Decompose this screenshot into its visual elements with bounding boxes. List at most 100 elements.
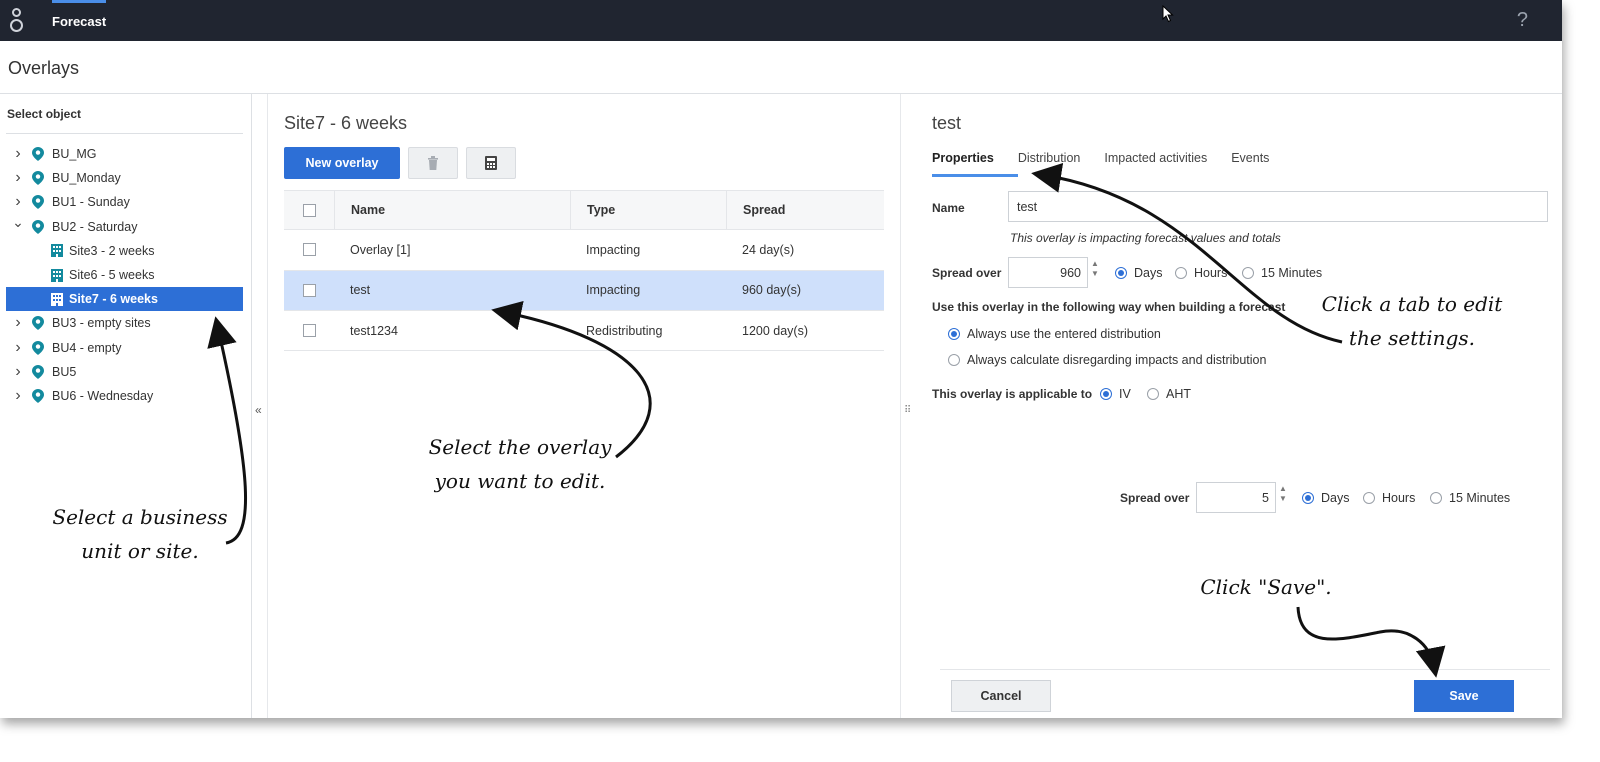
tree-item-label: BU4 - empty: [52, 340, 122, 355]
tree-item-label: BU6 - Wednesday: [52, 388, 154, 403]
building-icon: [51, 292, 63, 306]
object-tree-panel: Select object › BU_MG › BU_Monday › BU1 - Sun…: [0, 94, 252, 718]
location-pin-icon: [32, 219, 44, 234]
tree-item-label: Site7 - 6 weeks: [69, 292, 158, 307]
chevron-right-icon[interactable]: ›: [12, 193, 24, 211]
row-checkbox[interactable]: [302, 324, 316, 338]
chevron-right-icon[interactable]: ›: [12, 169, 24, 187]
location-pin-icon: [32, 364, 44, 379]
tree-item-label: BU_Monday: [52, 171, 121, 186]
tab-events[interactable]: Events: [1231, 151, 1269, 177]
divider: [6, 133, 243, 134]
tree-item-label: Site3 - 2 weeks: [69, 243, 155, 258]
column-header-type[interactable]: Type: [570, 191, 726, 230]
table-row[interactable]: Overlay [1] Impacting 24 day(s): [284, 230, 884, 271]
tree-item-business-unit[interactable]: ⌄ BU2 - Saturday: [6, 214, 243, 239]
spread-over-field[interactable]: 960: [1008, 257, 1088, 288]
cancel-button[interactable]: Cancel: [951, 680, 1051, 712]
tree-item-business-unit[interactable]: › BU3 - empty sites: [6, 311, 243, 335]
tree-item-business-unit[interactable]: › BU4 - empty: [6, 336, 243, 360]
location-pin-icon: [32, 340, 44, 355]
building-icon: [51, 244, 63, 258]
tab-properties[interactable]: Properties: [932, 151, 1018, 177]
unit-15min-radio-2[interactable]: 15 Minutes: [1430, 491, 1510, 505]
app-window: Forecast ? Overlays Select object › BU_MG…: [0, 0, 1562, 718]
overlay-title: test: [932, 113, 962, 133]
use-entered-distribution-radio[interactable]: Always use the entered distribution: [948, 327, 1161, 341]
new-overlay-button[interactable]: New overlay: [284, 147, 400, 179]
resize-handle-icon[interactable]: ⠿: [904, 405, 911, 416]
chevron-right-icon[interactable]: ›: [12, 363, 24, 381]
spread-over-label-2: Spread over: [1120, 491, 1190, 505]
usage-label: Use this overlay in the following way wh…: [932, 300, 1286, 314]
calculate-button[interactable]: [466, 147, 516, 179]
overlay-name: Overlay [1]: [350, 242, 411, 257]
unit-hours-radio-2[interactable]: Hours: [1363, 491, 1415, 505]
table-row-selected[interactable]: test Impacting 960 day(s): [284, 270, 884, 311]
applicable-iv-radio[interactable]: IV: [1100, 387, 1131, 401]
chevron-right-icon[interactable]: ›: [12, 314, 24, 332]
location-pin-icon: [32, 316, 44, 331]
genesys-logo-icon[interactable]: [8, 8, 28, 34]
chevron-right-icon[interactable]: ›: [12, 339, 24, 357]
tree-item-label: BU1 - Sunday: [52, 195, 130, 210]
top-bar: Forecast ?: [0, 0, 1562, 41]
help-icon[interactable]: ?: [1517, 9, 1528, 32]
tree-item-business-unit[interactable]: › BU6 - Wednesday: [6, 384, 243, 408]
select-object-title: Select object: [7, 107, 82, 121]
tree-item-label: Site6 - 5 weeks: [69, 268, 155, 283]
overlay-hint: This overlay is impacting forecast value…: [1010, 231, 1281, 245]
save-button[interactable]: Save: [1414, 680, 1514, 712]
tree-item-site[interactable]: Site7 - 6 weeks: [6, 287, 243, 312]
chevron-right-icon[interactable]: ›: [12, 387, 24, 405]
overlay-details-panel: test Properties Distribution Impacted ac…: [916, 94, 1562, 718]
overlay-name: test1234: [350, 323, 398, 338]
spread-over-label: Spread over: [932, 266, 1002, 280]
overlay-type: Impacting: [586, 242, 641, 257]
unit-hours-radio[interactable]: Hours: [1175, 266, 1227, 280]
location-pin-icon: [32, 195, 44, 210]
location-pin-icon: [32, 147, 44, 162]
row-checkbox[interactable]: [302, 283, 316, 297]
tab-impacted-activities[interactable]: Impacted activities: [1104, 151, 1207, 177]
details-tabs: Properties Distribution Impacted activit…: [932, 151, 1293, 177]
overlay-list-panel: Site7 - 6 weeks New overlay Name Type Sp…: [267, 94, 901, 718]
applicable-aht-radio[interactable]: AHT: [1147, 387, 1191, 401]
spinner-arrows-icon[interactable]: ▲ ▼: [1279, 484, 1287, 504]
select-all-checkbox[interactable]: [302, 203, 316, 217]
delete-button[interactable]: [408, 147, 458, 179]
tree-item-site[interactable]: Site6 - 5 weeks: [6, 263, 243, 287]
annotation-click-save: Click "Save".: [1200, 575, 1332, 599]
site-title: Site7 - 6 weeks: [284, 113, 408, 133]
tree-item-business-unit[interactable]: › BU_MG: [6, 142, 243, 166]
tab-forecast[interactable]: Forecast: [52, 0, 107, 41]
unit-days-radio[interactable]: Days: [1115, 266, 1162, 280]
table-row[interactable]: test1234 Redistributing 1200 day(s): [284, 311, 884, 352]
tree-item-label: BU5: [52, 364, 77, 379]
collapse-panel-icon[interactable]: «: [255, 403, 262, 417]
unit-days-radio-2[interactable]: Days: [1302, 491, 1349, 505]
spread-over-field-2[interactable]: 5: [1196, 482, 1276, 513]
calculator-icon: [485, 156, 497, 170]
unit-15min-radio[interactable]: 15 Minutes: [1242, 266, 1322, 280]
tree-item-site[interactable]: Site3 - 2 weeks: [6, 239, 243, 263]
calculate-disregarding-radio[interactable]: Always calculate disregarding impacts an…: [948, 353, 1266, 367]
applicable-label: This overlay is applicable to: [932, 387, 1093, 401]
tree-item-business-unit[interactable]: › BU_Monday: [6, 166, 243, 190]
object-tree: › BU_MG › BU_Monday › BU1 - Sunday ⌄ BU2 - Satu…: [6, 142, 243, 408]
chevron-right-icon[interactable]: ›: [12, 145, 24, 163]
column-header-spread[interactable]: Spread: [726, 191, 884, 230]
overlay-type: Impacting: [586, 283, 641, 298]
overlay-table: Name Type Spread Overlay [1] Impacting 2…: [284, 190, 884, 352]
tab-distribution[interactable]: Distribution: [1018, 151, 1081, 177]
mouse-cursor-icon: [1162, 5, 1174, 23]
tree-item-business-unit[interactable]: › BU5: [6, 360, 243, 384]
spinner-arrows-icon[interactable]: ▲ ▼: [1091, 259, 1099, 279]
location-pin-icon: [32, 171, 44, 186]
name-field[interactable]: test: [1008, 191, 1548, 222]
row-checkbox[interactable]: [302, 243, 316, 257]
tree-item-business-unit[interactable]: › BU1 - Sunday: [6, 190, 243, 214]
chevron-down-icon[interactable]: ⌄: [12, 214, 24, 231]
overlay-name: test: [350, 283, 371, 298]
column-header-name[interactable]: Name: [334, 191, 570, 230]
